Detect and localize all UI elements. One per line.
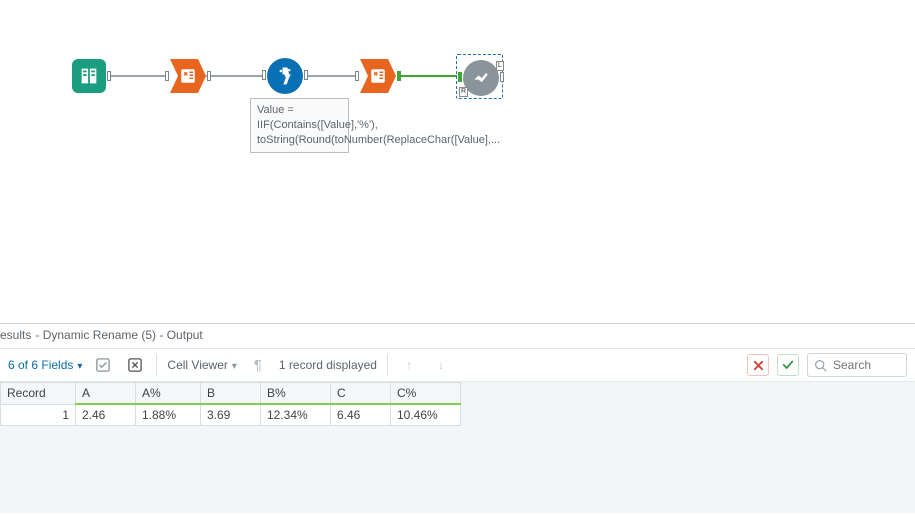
results-title-prefix: esults — [0, 328, 31, 342]
port-badge-l: L — [496, 61, 504, 71]
search-icon — [814, 359, 827, 372]
dynamic-rename-tool[interactable] — [170, 59, 206, 96]
cellviewer-label: Cell Viewer — [167, 358, 227, 372]
selection-box: R L — [456, 54, 503, 99]
column-header[interactable]: A% — [136, 383, 201, 405]
connector — [304, 75, 359, 77]
cell: 1 — [1, 404, 76, 426]
cell: 12.34% — [261, 404, 331, 426]
fields-dropdown-label: 6 of 6 Fields — [8, 358, 73, 372]
checkbox-icon[interactable] — [92, 354, 114, 376]
input-tool[interactable] — [72, 59, 106, 93]
port-badge-r: R — [459, 87, 468, 97]
workflow-canvas[interactable]: R L Value = IIF(Contains([Value],'%'), t… — [0, 0, 915, 323]
browse-tool[interactable] — [463, 60, 499, 96]
reject-button[interactable] — [747, 354, 769, 376]
arrow-down-icon[interactable]: ↓ — [430, 354, 452, 376]
pilcrow-icon[interactable]: ¶ — [247, 354, 269, 376]
fields-dropdown[interactable]: 6 of 6 Fields ▾ — [8, 358, 82, 372]
accept-button[interactable] — [777, 354, 799, 376]
connector — [109, 75, 169, 77]
results-toolbar: 6 of 6 Fields ▾ Cell Viewer ▾ ¶ 1 record d… — [0, 348, 915, 382]
connector — [397, 75, 457, 77]
arrow-up-icon[interactable]: ↑ — [398, 354, 420, 376]
records-count: 1 record displayed — [279, 358, 377, 372]
results-table[interactable]: RecordAA%BB%CC% 12.461.88%3.6912.34%6.46… — [0, 382, 461, 426]
search-box[interactable] — [807, 353, 907, 377]
column-header[interactable]: C — [331, 383, 391, 405]
cell: 6.46 — [331, 404, 391, 426]
column-header[interactable]: B% — [261, 383, 331, 405]
chevron-down-icon: ▾ — [77, 361, 82, 372]
cell: 1.88% — [136, 404, 201, 426]
cell: 3.69 — [201, 404, 261, 426]
results-title-rest: - Dynamic Rename (5) - Output — [35, 328, 202, 342]
column-header[interactable]: B — [201, 383, 261, 405]
search-input[interactable] — [831, 357, 891, 373]
results-header: esults - Dynamic Rename (5) - Output — [0, 324, 915, 348]
table-row[interactable]: 12.461.88%3.6912.34%6.4610.46% — [1, 404, 461, 426]
column-header[interactable]: A — [76, 383, 136, 405]
column-header[interactable]: C% — [391, 383, 461, 405]
connector — [206, 75, 265, 77]
cell: 10.46% — [391, 404, 461, 426]
cell: 2.46 — [76, 404, 136, 426]
tool-annotation: Value = IIF(Contains([Value],'%'), toStr… — [250, 98, 349, 153]
cellviewer-dropdown[interactable]: Cell Viewer ▾ — [167, 358, 237, 372]
results-pane: esults - Dynamic Rename (5) - Output 6 o… — [0, 323, 915, 513]
clear-icon[interactable] — [124, 354, 146, 376]
column-header[interactable]: Record — [1, 383, 76, 405]
chevron-down-icon: ▾ — [232, 361, 237, 372]
formula-tool[interactable] — [267, 58, 303, 94]
dynamic-rename-tool-2[interactable] — [360, 59, 396, 96]
